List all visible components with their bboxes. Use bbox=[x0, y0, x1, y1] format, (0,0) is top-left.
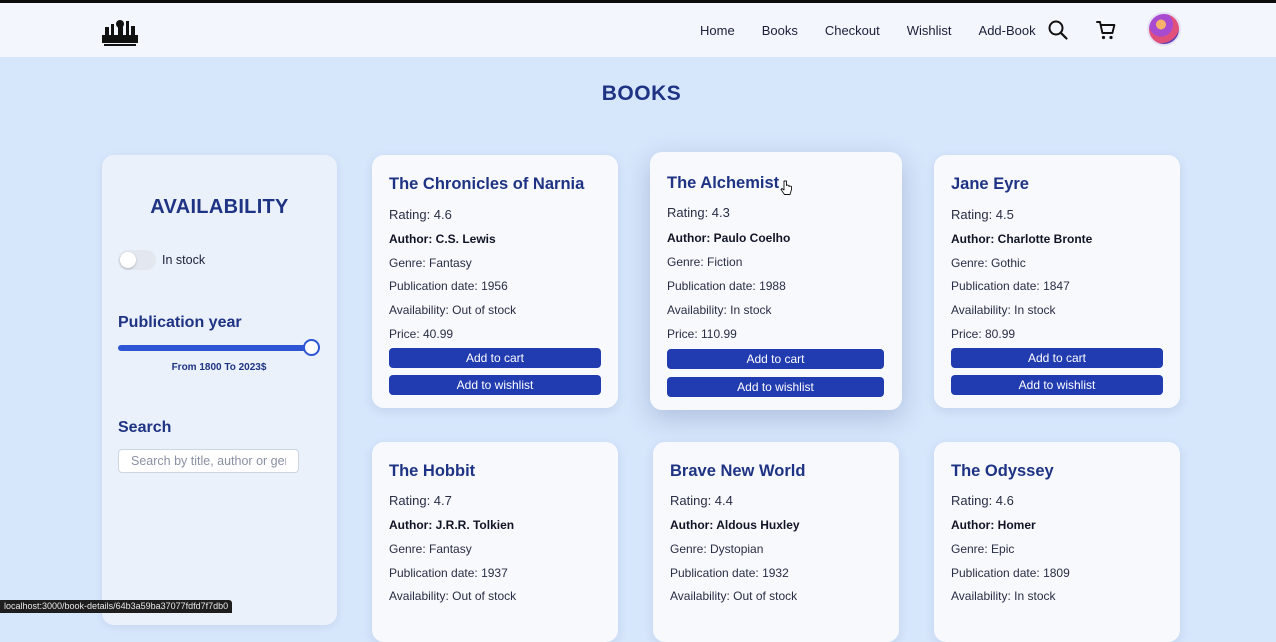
book-title[interactable]: The Alchemist bbox=[667, 174, 779, 193]
page-title: BOOKS bbox=[601, 82, 682, 105]
book-rating: Rating: 4.6 bbox=[951, 493, 1014, 508]
book-title[interactable]: The Chronicles of Narnia bbox=[389, 175, 584, 194]
in-stock-label: In stock bbox=[162, 253, 206, 267]
book-availability: Availability: Out of stock bbox=[389, 303, 517, 317]
add-to-wishlist-button[interactable]: Add to wishlist bbox=[389, 375, 601, 395]
book-rating: Rating: 4.3 bbox=[667, 205, 730, 220]
publication-year-slider-track[interactable] bbox=[118, 345, 312, 351]
nav-checkout[interactable]: Checkout bbox=[825, 23, 880, 38]
book-availability: Availability: In stock bbox=[667, 303, 772, 317]
book-genre: Genre: Epic bbox=[951, 542, 1015, 556]
nav-links: Home Books Checkout Wishlist Add-Book bbox=[700, 3, 1063, 57]
book-publication-date: Publication date: 1809 bbox=[951, 566, 1070, 580]
book-publication-date: Publication date: 1937 bbox=[389, 566, 508, 580]
bookshop-logo[interactable] bbox=[100, 15, 140, 47]
book-publication-date: Publication date: 1956 bbox=[389, 279, 508, 293]
book-title[interactable]: The Hobbit bbox=[389, 462, 475, 481]
book-availability: Availability: Out of stock bbox=[389, 589, 517, 603]
filter-sidebar: AVAILABILITY In stock Publication year F… bbox=[102, 155, 337, 625]
book-rating: Rating: 4.4 bbox=[670, 493, 733, 508]
book-rating: Rating: 4.7 bbox=[389, 493, 452, 508]
book-price: Price: 80.99 bbox=[951, 327, 1016, 341]
book-card[interactable]: The Alchemist Rating: 4.3 Author: Paulo … bbox=[650, 152, 902, 410]
nav-books[interactable]: Books bbox=[762, 23, 798, 38]
book-availability: Availability: Out of stock bbox=[670, 589, 798, 603]
search-input[interactable] bbox=[118, 449, 299, 473]
nav-wishlist[interactable]: Wishlist bbox=[907, 23, 952, 38]
add-to-cart-button[interactable]: Add to cart bbox=[951, 348, 1163, 368]
book-publication-date: Publication date: 1932 bbox=[670, 566, 789, 580]
book-publication-date: Publication date: 1847 bbox=[951, 279, 1070, 293]
publication-year-heading: Publication year bbox=[118, 314, 242, 331]
add-to-cart-button[interactable]: Add to cart bbox=[667, 349, 884, 369]
book-rating: Rating: 4.6 bbox=[389, 207, 452, 222]
book-genre: Genre: Fiction bbox=[667, 255, 743, 269]
book-title[interactable]: Jane Eyre bbox=[951, 175, 1029, 194]
book-author: Author: J.R.R. Tolkien bbox=[389, 518, 515, 532]
search-icon[interactable] bbox=[1047, 19, 1069, 41]
availability-heading: AVAILABILITY bbox=[150, 196, 289, 218]
nav-home[interactable]: Home bbox=[700, 23, 735, 38]
publication-range-text: From 1800 To 2023$ bbox=[171, 362, 267, 373]
add-to-wishlist-button[interactable]: Add to wishlist bbox=[667, 377, 884, 397]
book-genre: Genre: Gothic bbox=[951, 256, 1026, 270]
browser-status-url: localhost:3000/book-details/64b3a59ba370… bbox=[0, 600, 233, 613]
in-stock-toggle[interactable] bbox=[118, 250, 156, 270]
cart-icon[interactable] bbox=[1095, 19, 1117, 41]
publication-year-slider-thumb[interactable] bbox=[303, 339, 320, 356]
mouse-cursor-icon bbox=[780, 180, 792, 195]
add-to-wishlist-button[interactable]: Add to wishlist bbox=[951, 375, 1163, 395]
book-author: Author: Homer bbox=[951, 518, 1036, 532]
book-author: Author: C.S. Lewis bbox=[389, 232, 496, 246]
book-author: Author: Paulo Coelho bbox=[667, 231, 791, 245]
search-heading: Search bbox=[118, 419, 172, 436]
add-to-cart-button[interactable]: Add to cart bbox=[389, 348, 601, 368]
book-title[interactable]: The Odyssey bbox=[951, 462, 1054, 481]
book-card[interactable]: The Hobbit Rating: 4.7 Author: J.R.R. To… bbox=[372, 442, 618, 642]
book-availability: Availability: In stock bbox=[951, 303, 1056, 317]
book-card[interactable]: Brave New World Rating: 4.4 Author: Aldo… bbox=[653, 442, 899, 642]
user-avatar[interactable] bbox=[1147, 12, 1181, 46]
book-genre: Genre: Dystopian bbox=[670, 542, 764, 556]
book-availability: Availability: In stock bbox=[951, 589, 1056, 603]
book-author: Author: Aldous Huxley bbox=[670, 518, 800, 532]
book-genre: Genre: Fantasy bbox=[389, 542, 472, 556]
book-author: Author: Charlotte Bronte bbox=[951, 232, 1093, 246]
book-title[interactable]: Brave New World bbox=[670, 462, 805, 481]
book-rating: Rating: 4.5 bbox=[951, 207, 1014, 222]
book-card[interactable]: Jane Eyre Rating: 4.5 Author: Charlotte … bbox=[934, 155, 1180, 408]
book-genre: Genre: Fantasy bbox=[389, 256, 472, 270]
nav-add-book[interactable]: Add-Book bbox=[979, 23, 1036, 38]
book-price: Price: 40.99 bbox=[389, 327, 454, 341]
toggle-knob bbox=[120, 252, 136, 268]
book-card[interactable]: The Odyssey Rating: 4.6 Author: Homer Ge… bbox=[934, 442, 1180, 642]
book-card[interactable]: The Chronicles of Narnia Rating: 4.6 Aut… bbox=[372, 155, 618, 408]
book-publication-date: Publication date: 1988 bbox=[667, 279, 786, 293]
navbar: Home Books Checkout Wishlist Add-Book bbox=[0, 3, 1276, 57]
book-price: Price: 110.99 bbox=[667, 327, 737, 341]
